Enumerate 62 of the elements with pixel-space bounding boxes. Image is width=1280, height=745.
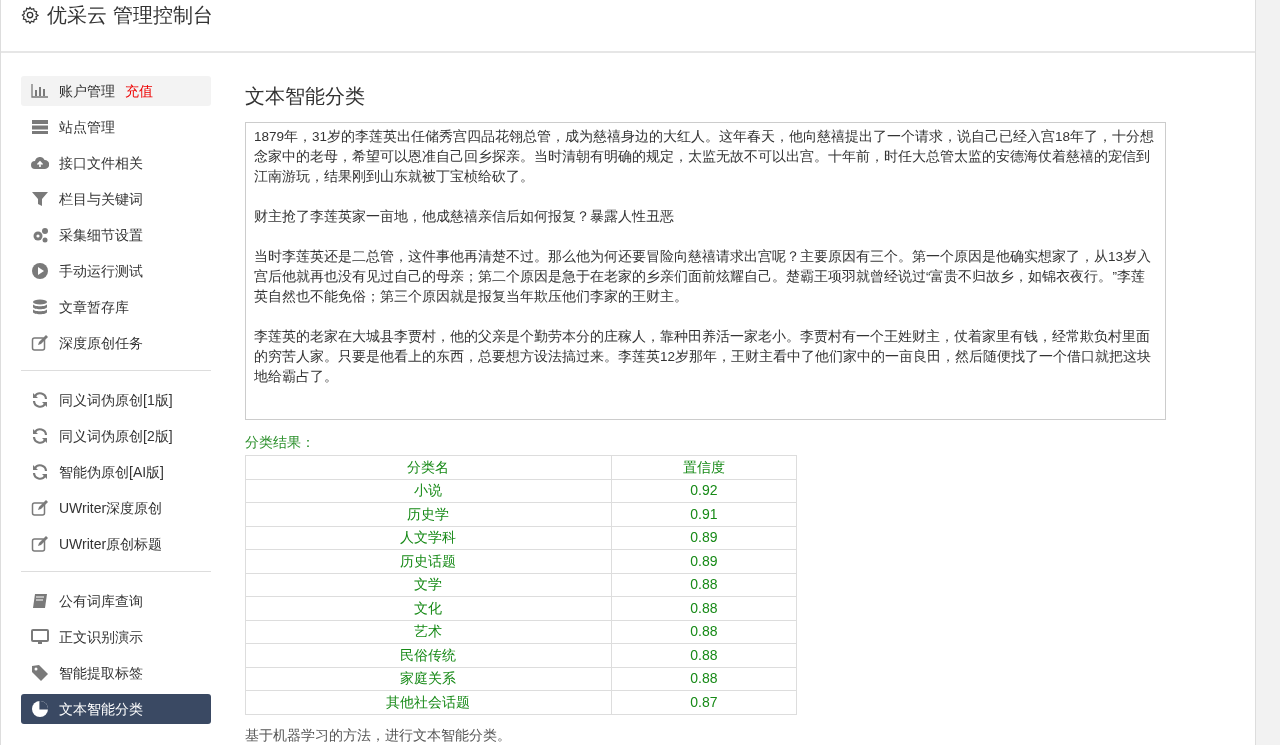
sidebar-item[interactable]: 智能提取标签 <box>21 658 211 688</box>
table-cell: 0.89 <box>611 526 797 550</box>
table-cell: 家庭关系 <box>245 667 612 691</box>
edit-icon <box>31 334 49 352</box>
refresh-icon <box>31 463 49 481</box>
column-header: 分类名 <box>245 455 612 479</box>
sidebar-item[interactable]: 同义词伪原创[1版] <box>21 385 211 415</box>
book-icon <box>31 592 49 610</box>
edit-icon <box>31 535 49 553</box>
table-cell: 文学 <box>245 573 612 597</box>
column-header: 置信度 <box>611 455 797 479</box>
table-cell: 0.92 <box>611 479 797 503</box>
table-cell: 0.88 <box>611 596 797 620</box>
tag-icon <box>31 664 49 682</box>
gear-icon <box>21 6 39 24</box>
play-icon <box>31 262 49 280</box>
sidebar-item[interactable]: 公有词库查询 <box>21 586 211 616</box>
table-cell: 历史话题 <box>245 549 612 573</box>
table-cell: 小说 <box>245 479 612 503</box>
sidebar-item[interactable]: 正文识别演示 <box>21 622 211 652</box>
server-icon <box>31 118 49 136</box>
table-cell: 艺术 <box>245 620 612 644</box>
sidebar-item[interactable]: 同义词伪原创[2版] <box>21 421 211 451</box>
table-cell: 0.88 <box>611 643 797 667</box>
table-cell: 0.87 <box>611 690 797 714</box>
table-cell: 历史学 <box>245 502 612 526</box>
refresh-icon <box>31 427 49 445</box>
table-cell: 0.88 <box>611 667 797 691</box>
sidebar-item[interactable]: 文章暂存库 <box>21 292 211 322</box>
edit-icon <box>31 499 49 517</box>
table-cell: 民俗传统 <box>245 643 612 667</box>
footnote-text: 基于机器学习的方法，进行文本智能分类。 <box>245 725 512 745</box>
gears-icon <box>31 226 49 244</box>
monitor-icon <box>31 628 49 646</box>
database-icon <box>31 298 49 316</box>
table-cell: 0.88 <box>611 573 797 597</box>
sidebar-item[interactable]: UWriter深度原创 <box>21 493 211 523</box>
table-cell: 0.89 <box>611 549 797 573</box>
table-cell: 0.91 <box>611 502 797 526</box>
sidebar-item[interactable]: 账户管理 充值 <box>21 76 211 106</box>
pie-chart-icon <box>31 700 49 718</box>
table-cell: 0.88 <box>611 620 797 644</box>
sidebar-item[interactable]: 站点管理 <box>21 112 211 142</box>
sidebar-item[interactable]: 文本智能分类 <box>21 694 211 724</box>
page-title: 优采云 管理控制台 <box>47 4 213 26</box>
text-input-field[interactable]: 1879年，31岁的李莲英出任储秀宫四品花翎总管，成为慈禧身边的大红人。这年春天，他向慈禧提出了一个请求，说自己已经入宫18年了，十分想念家中的老母，希望可以恩准自己回乡探亲。当时清朝有明确的规定，太监无故不可以出宫。十年前，时任大总管太监的安德海仗着慈禧的宠信到江南游玩，结果刚到山东就被丁宝桢给砍了。 财主抢了李莲英家一亩地，他成慈禧亲信后如何报复？暴露人性丑恶 当时李莲英还是二总管，这件事他再清楚不过。那么他为何还要冒险向慈禧请求出宫呢？主要原因有三个。第一个原因是他确实想家了，从13岁入宫后他就再也没有见过自己的母亲；第二个原因是急于在老家的乡亲们面前炫耀自己。楚霸王项羽就曾经说过“富贵不归故乡，如锦衣夜行。”李莲英自然也不能免俗；第三个原因就是报复当年欺压他们李家的王财主。 李莲英的老家在大城县李贾村，他的父亲是个勤劳本分的庄稼人，靠种田养活一家老小。李贾村有一个王姓财主，仗着家里有钱，经常欺负村里面的穷苦人家。只要是他看上的东西，总要想方设法搞过来。李莲英12岁那年，王财主看中了他们家中的一亩良田，然后随便找了一个借口就把这块地给霸占了。 <box>245 122 1166 420</box>
sidebar-item[interactable]: 手动运行测试 <box>21 256 211 286</box>
sidebar-item[interactable]: UWriter原创标题 <box>21 529 211 559</box>
table-cell: 人文学科 <box>245 526 612 550</box>
cloud-upload-icon <box>31 154 49 172</box>
refresh-icon <box>31 391 49 409</box>
section-title: 文本智能分类 <box>245 84 366 109</box>
filter-icon <box>31 190 49 208</box>
result-label: 分类结果： <box>245 433 316 452</box>
sidebar-item[interactable]: 栏目与关键词 <box>21 184 211 214</box>
sidebar-item[interactable]: 智能伪原创[AI版] <box>21 457 211 487</box>
chart-icon <box>31 82 49 100</box>
table-cell: 文化 <box>245 596 612 620</box>
sidebar-item[interactable]: 采集细节设置 <box>21 220 211 250</box>
table-cell: 其他社会话题 <box>245 690 612 714</box>
sidebar-item[interactable]: 深度原创任务 <box>21 328 211 358</box>
sidebar-item[interactable]: 接口文件相关 <box>21 148 211 178</box>
